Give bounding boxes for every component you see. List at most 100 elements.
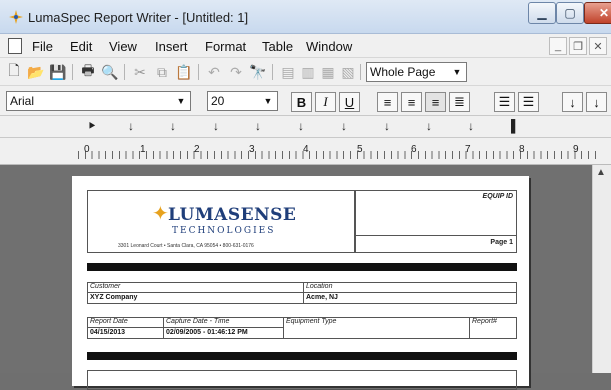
- bullet-list-button[interactable]: ☰: [518, 92, 539, 112]
- ruler-number: 7: [465, 144, 471, 155]
- menu-bar: File Edit View Insert Format Table Windo…: [0, 34, 611, 58]
- tab-stop-icon[interactable]: ↓: [384, 119, 390, 133]
- mdi-restore-button[interactable]: ❐: [569, 37, 587, 55]
- ruler-number: 1: [140, 144, 146, 155]
- document-icon[interactable]: [8, 38, 22, 54]
- tab-stop-icon[interactable]: ▌: [511, 119, 520, 133]
- align-center-button[interactable]: ≡: [425, 92, 446, 112]
- size-value: 20: [211, 94, 225, 108]
- report-number-label: Report#: [472, 318, 497, 325]
- size-select[interactable]: 20 ▼: [207, 91, 278, 111]
- insert-column-button[interactable]: ▥: [298, 62, 318, 82]
- open-button[interactable]: 📂: [26, 62, 46, 82]
- new-button[interactable]: 🗋: [4, 62, 24, 82]
- font-value: Arial: [10, 94, 35, 108]
- numbered-list-button[interactable]: ☰: [494, 92, 515, 112]
- justify-button[interactable]: ≣: [449, 92, 470, 112]
- minimize-button[interactable]: ▁: [528, 2, 556, 24]
- black-divider-bar: [87, 263, 517, 271]
- menu-table[interactable]: Table: [262, 39, 293, 54]
- underline-button[interactable]: U: [339, 92, 360, 112]
- align-right-button[interactable]: ≡: [401, 92, 422, 112]
- align-left-button[interactable]: ≡: [377, 92, 398, 112]
- font-select[interactable]: Arial ▼: [6, 91, 191, 111]
- merge-cells-icon: ▧: [341, 63, 355, 80]
- chevron-down-icon[interactable]: ▼: [260, 93, 276, 109]
- table-button[interactable]: ▤: [278, 62, 298, 82]
- star-logo-icon: ✦: [152, 203, 169, 225]
- find-button[interactable]: 🔭: [248, 62, 268, 82]
- maximize-button[interactable]: ▢: [556, 2, 584, 24]
- app-icon: [9, 10, 23, 24]
- zoom-value: Whole Page: [370, 65, 436, 79]
- tab-stop-icon[interactable]: ↓: [341, 119, 347, 133]
- menu-file[interactable]: File: [32, 39, 53, 54]
- logo-box[interactable]: ✦ LUMASENSE TECHNOLOGIES 3301 Leonard Co…: [87, 190, 355, 253]
- tab-stop-icon[interactable]: ↓: [468, 119, 474, 133]
- menu-edit[interactable]: Edit: [70, 39, 92, 54]
- ruler-number: 6: [411, 144, 417, 155]
- tab-stop-icon[interactable]: ↓: [298, 119, 304, 133]
- location-label: Location: [306, 283, 333, 290]
- delete-column-button[interactable]: ▦: [318, 62, 338, 82]
- chevron-down-icon[interactable]: ▼: [173, 93, 189, 109]
- print-button[interactable]: 🖶: [78, 62, 98, 82]
- scroll-up-icon[interactable]: ▲: [596, 167, 606, 178]
- document-canvas[interactable]: ✦ LUMASENSE TECHNOLOGIES 3301 Leonard Co…: [0, 165, 592, 390]
- tab-left-button[interactable]: ↓: [562, 92, 583, 112]
- insert-column-icon: ▥: [301, 63, 315, 80]
- close-icon: ✕: [593, 40, 603, 53]
- preview-button[interactable]: 🔍: [100, 62, 120, 82]
- save-button[interactable]: 💾: [48, 62, 68, 82]
- italic-button[interactable]: I: [315, 92, 336, 112]
- bold-button[interactable]: B: [291, 92, 312, 112]
- close-icon: ✕: [598, 6, 610, 20]
- logo-brand: LUMASENSE: [168, 205, 297, 225]
- zoom-select[interactable]: Whole Page ▼: [366, 62, 467, 82]
- tab-stop-icon[interactable]: ↓: [255, 119, 261, 133]
- chevron-down-icon[interactable]: ▼: [449, 64, 465, 80]
- customer-row[interactable]: Customer XYZ Company Location Acme, NJ: [87, 282, 517, 304]
- report-date-label: Report Date: [90, 318, 128, 325]
- divider: [88, 327, 283, 328]
- report-info-row[interactable]: Report Date 04/15/2013 Capture Date - Ti…: [87, 317, 517, 339]
- tab-stop-icon[interactable]: ↓: [213, 119, 219, 133]
- customer-value: XYZ Company: [90, 294, 138, 301]
- equip-id-label: EQUIP ID: [482, 193, 513, 200]
- tab-right-button[interactable]: ↓: [586, 92, 607, 112]
- toolbar-separator: [124, 64, 125, 80]
- equip-id-box[interactable]: EQUIP ID Page 1: [355, 190, 517, 253]
- tab-stop-icon[interactable]: ↓: [128, 119, 134, 133]
- tab-stops-bar[interactable]: ⯈ ↓ ↓ ↓ ↓ ↓ ↓ ↓ ↓ ↓ ▌: [0, 116, 611, 138]
- ruler-number: 9: [573, 144, 579, 155]
- tab-stop-icon[interactable]: ⯈: [87, 119, 97, 134]
- report-date-value: 04/15/2013: [90, 329, 126, 336]
- cut-button[interactable]: ✂: [130, 62, 150, 82]
- window-title: LumaSpec Report Writer - [Untitled: 1]: [28, 10, 249, 25]
- tab-stop-icon[interactable]: ↓: [426, 119, 432, 133]
- mdi-minimize-button[interactable]: _: [549, 37, 567, 55]
- preview-icon: 🔍: [101, 63, 119, 80]
- table-row[interactable]: [87, 370, 517, 390]
- logo-subtitle: TECHNOLOGIES: [172, 226, 276, 236]
- close-button[interactable]: ✕: [584, 2, 611, 24]
- menu-insert[interactable]: Insert: [155, 39, 188, 54]
- menu-view[interactable]: View: [109, 39, 137, 54]
- menu-format[interactable]: Format: [205, 39, 246, 54]
- merge-cells-button[interactable]: ▧: [338, 62, 358, 82]
- find-icon: 🔭: [249, 63, 267, 80]
- new-icon: 🗋: [8, 62, 20, 78]
- mdi-close-button[interactable]: ✕: [589, 37, 607, 55]
- horizontal-ruler[interactable]: 0 1 2 3 4 5 6 7 8 9: [0, 138, 611, 165]
- tab-stop-icon[interactable]: ↓: [170, 119, 176, 133]
- toolbar-separator: [360, 64, 361, 80]
- report-page[interactable]: ✦ LUMASENSE TECHNOLOGIES 3301 Leonard Co…: [72, 176, 529, 390]
- undo-button[interactable]: ↶: [204, 62, 224, 82]
- paste-button[interactable]: 📋: [174, 62, 194, 82]
- maximize-icon: ▢: [564, 6, 576, 20]
- menu-window[interactable]: Window: [306, 39, 352, 54]
- standard-toolbar: 🗋 📂 💾 🖶 🔍 ✂ ⧉ 📋 ↶ ↷ 🔭 ▤ ▥ ▦ ▧ Whole Page…: [0, 58, 611, 86]
- copy-button[interactable]: ⧉: [152, 62, 172, 82]
- redo-button[interactable]: ↷: [226, 62, 246, 82]
- vertical-scrollbar[interactable]: ▲: [592, 165, 611, 373]
